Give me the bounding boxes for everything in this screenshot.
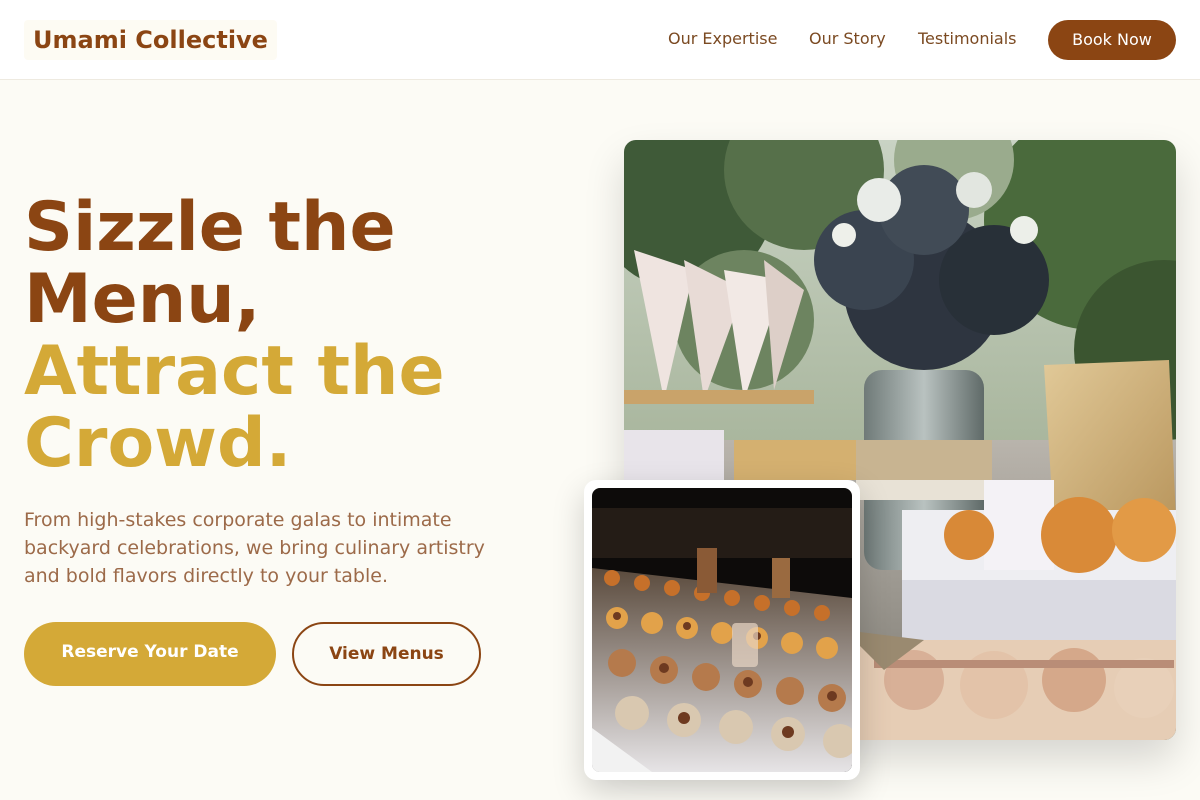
hero-inset-frame: [584, 480, 860, 780]
reserve-date-button[interactable]: Reserve Your Date: [24, 622, 276, 686]
hero-inset-photo: [592, 488, 852, 772]
headline-line-1: Sizzle the: [24, 188, 396, 267]
hero-headline: Sizzle the Menu, Attract the Crowd.: [24, 192, 584, 480]
site-header: Umami Collective Our Expertise Our Story…: [0, 0, 1200, 80]
book-now-button[interactable]: Book Now: [1048, 20, 1176, 60]
nav-link-expertise[interactable]: Our Expertise: [668, 29, 777, 49]
view-menus-button[interactable]: View Menus: [292, 622, 481, 686]
headline-line-3: Attract the: [24, 332, 445, 411]
nav-link-testimonials[interactable]: Testimonials: [918, 29, 1017, 49]
brand-logo[interactable]: Umami Collective: [24, 20, 277, 60]
headline-line-4: Crowd.: [24, 404, 292, 483]
nav-link-story[interactable]: Our Story: [809, 29, 886, 49]
hero-subtitle: From high-stakes corporate galas to inti…: [24, 509, 485, 587]
headline-line-2: Menu,: [24, 260, 261, 339]
